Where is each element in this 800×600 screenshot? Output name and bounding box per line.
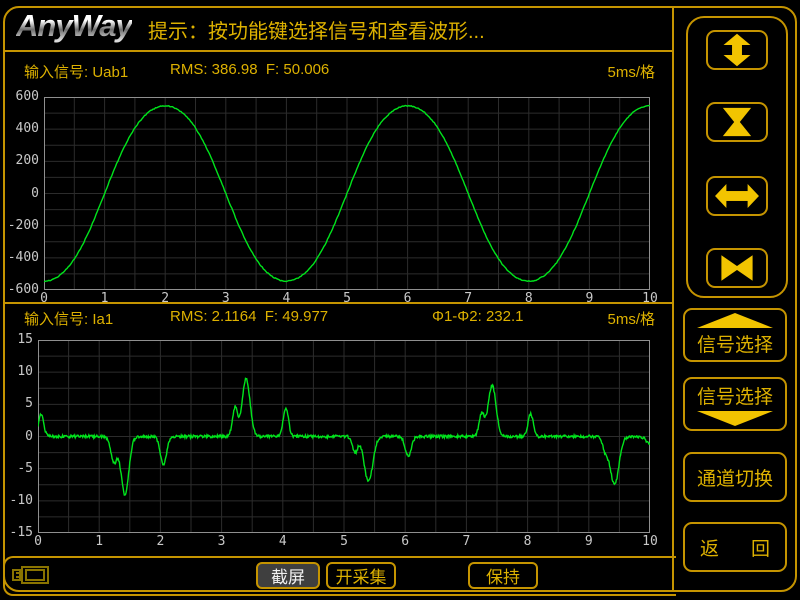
horizontal-expand-icon (714, 179, 760, 213)
voltage-waveform-plot (44, 97, 650, 290)
x-axis-tick-label: 5 (332, 291, 362, 306)
hold-button[interactable]: 保持 (468, 562, 538, 589)
signal-select-down-label: 信号选择 (697, 382, 773, 409)
channel-switch-button[interactable]: 通道切换 (683, 452, 787, 502)
x-axis-tick-label: 6 (393, 291, 423, 306)
y-axis-tick-label: 10 (0, 364, 33, 379)
chart2-timebase-label: 5ms/格 (555, 308, 655, 329)
x-axis-tick-label: 4 (271, 291, 301, 306)
anyway-logo: AnyWay (16, 8, 132, 44)
chart2-phase-label: Φ1-Φ2: 232.1 (432, 308, 524, 325)
x-axis-tick-label: 4 (268, 534, 298, 549)
y-axis-tick-label: 5 (0, 396, 33, 411)
x-axis-tick-label: 6 (390, 534, 420, 549)
x-axis-tick-label: 9 (574, 534, 604, 549)
x-axis-tick-label: 1 (84, 534, 114, 549)
x-axis-tick-label: 8 (514, 291, 544, 306)
y-axis-tick-label: -200 (1, 218, 39, 233)
return-button[interactable]: 返 回 (683, 522, 787, 572)
x-axis-tick-label: 7 (451, 534, 481, 549)
x-axis-tick-label: 9 (574, 291, 604, 306)
chart1-rms-label: RMS: 386.98 F: 50.006 (170, 61, 329, 78)
x-axis-tick-label: 10 (635, 291, 665, 306)
x-axis-tick-label: 1 (90, 291, 120, 306)
signal-select-down-button[interactable]: 信号选择 (683, 377, 787, 431)
x-axis-tick-label: 3 (211, 291, 241, 306)
x-axis-tick-label: 10 (635, 534, 665, 549)
chart1-signal-label: 输入信号: Uab1 (24, 61, 128, 82)
topbar-separator (4, 50, 674, 52)
chart1-timebase-label: 5ms/格 (555, 61, 655, 82)
x-axis-tick-label: 2 (145, 534, 175, 549)
x-axis-tick-label: 2 (150, 291, 180, 306)
x-axis-tick-label: 0 (23, 534, 53, 549)
x-axis-tick-label: 0 (29, 291, 59, 306)
current-waveform-plot (38, 340, 650, 533)
screenshot-button[interactable]: 截屏 (256, 562, 320, 589)
triangle-down-icon (697, 411, 773, 426)
horizontal-expand-button[interactable] (706, 176, 768, 216)
x-axis-tick-label: 3 (207, 534, 237, 549)
y-axis-tick-label: 200 (1, 153, 39, 168)
y-axis-tick-label: 400 (1, 121, 39, 136)
y-axis-tick-label: 15 (0, 332, 33, 347)
start-capture-button[interactable]: 开采集 (326, 562, 396, 589)
y-axis-tick-label: -400 (1, 250, 39, 265)
hint-text: 提示：按功能键选择信号和查看波形... (148, 15, 485, 44)
horizontal-compress-icon (714, 251, 760, 285)
signal-select-up-button[interactable]: 信号选择 (683, 308, 787, 362)
panel-divider (672, 8, 674, 590)
triangle-up-icon (697, 313, 773, 328)
signal-select-up-label: 信号选择 (697, 330, 773, 357)
return-label-right: 回 (751, 534, 770, 561)
chart2-rms-label: RMS: 2.1164 F: 49.977 (170, 308, 328, 325)
power-analyzer-screen: AnyWay 提示：按功能键选择信号和查看波形... 输入信号: Uab1 RM… (0, 0, 800, 600)
return-label-left: 返 (700, 534, 719, 561)
vertical-compress-icon (714, 105, 760, 139)
battery-icon (10, 564, 52, 586)
chart2-signal-label: 输入信号: Ia1 (24, 308, 113, 329)
y-axis-tick-label: 600 (1, 89, 39, 104)
vertical-compress-button[interactable] (706, 102, 768, 142)
x-axis-tick-label: 5 (329, 534, 359, 549)
y-axis-tick-label: 0 (0, 429, 33, 444)
vertical-expand-button[interactable] (706, 30, 768, 70)
y-axis-tick-label: -5 (0, 461, 33, 476)
y-axis-tick-label: -10 (0, 493, 33, 508)
x-axis-tick-label: 8 (513, 534, 543, 549)
horizontal-compress-button[interactable] (706, 248, 768, 288)
zoom-button-group (686, 16, 788, 298)
channel-switch-label: 通道切换 (697, 464, 773, 491)
y-axis-tick-label: 0 (1, 186, 39, 201)
vertical-expand-icon (714, 33, 760, 67)
x-axis-tick-label: 7 (453, 291, 483, 306)
